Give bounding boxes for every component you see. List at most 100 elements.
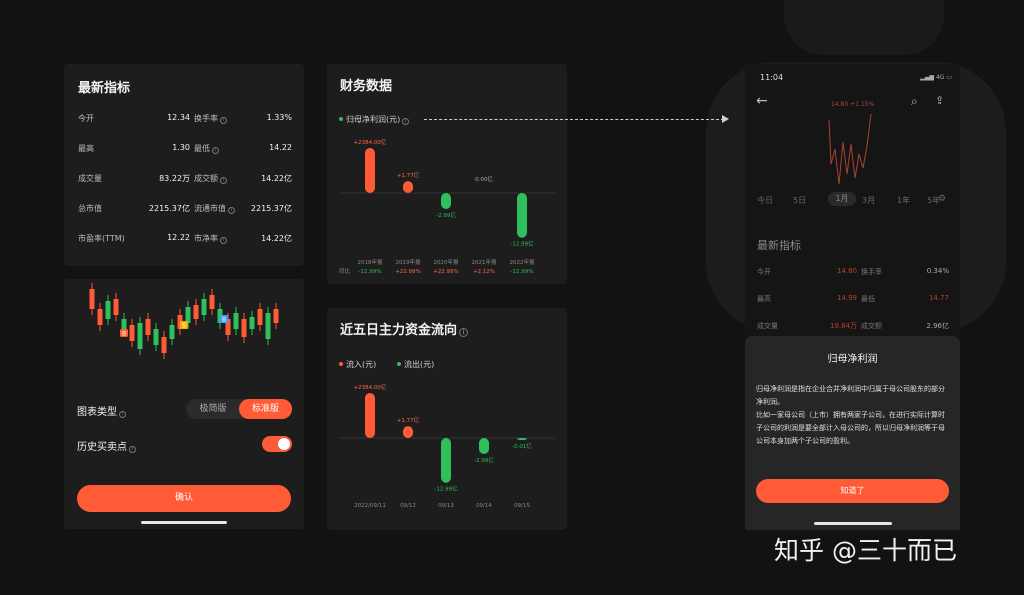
bar-value-label: -0.01亿: [512, 442, 532, 450]
bar-value-label: -2.99亿: [436, 211, 456, 219]
confirm-button[interactable]: 确认: [77, 485, 291, 512]
period-tab[interactable]: 3月: [862, 195, 875, 206]
candle-body: [161, 337, 167, 353]
metric-label: 换手率: [861, 268, 882, 276]
candle-body: [137, 323, 143, 349]
metric-value: 14.99: [836, 294, 857, 302]
metric-value: 12.34: [167, 113, 190, 122]
bar[interactable]: [403, 426, 413, 438]
metric-label: 最低: [861, 295, 875, 303]
period-tab[interactable]: 5日: [793, 195, 806, 206]
capital-flow-card: 近五日主力资金流向 i 流入(元) 流出(元) +2384.00亿 2022/09/…: [327, 308, 567, 530]
info-icon[interactable]: i: [220, 177, 227, 184]
metric-row: 今开 12.34 换手率 i 1.33%: [78, 113, 292, 127]
metric-row: 成交量 83.22万 成交额 i 14.22亿: [78, 173, 292, 187]
candle-body: [273, 309, 279, 323]
category-label: 09/12: [400, 503, 416, 509]
metric-value: 1.30: [172, 143, 190, 152]
history-trades-row: 历史买卖点 i: [77, 438, 136, 453]
metric-label: 市净率 i: [194, 233, 227, 244]
metric-value: 14.22亿: [261, 234, 292, 243]
status-bar: ▂▄▆ 4G ▭: [920, 74, 952, 81]
capital-flow-bar-chart: +2384.00亿 2022/09/11 +1.77亿 09/12 -12.99亿 09/…: [339, 383, 555, 509]
latest-metrics-card: 最新指标 今开 12.34 换手率 i 1.33% 最高 1.30 最低 i 14.22 成交量 83…: [64, 64, 304, 266]
bar[interactable]: [479, 438, 489, 454]
metric-value: 14.22亿: [261, 174, 292, 183]
bar[interactable]: [517, 438, 527, 441]
yoy-value: +22.99%: [433, 269, 459, 275]
info-icon[interactable]: i: [220, 117, 227, 124]
bar-value-label: -12.99亿: [510, 240, 534, 248]
metric-value: 1.33%: [266, 113, 292, 122]
category-label: 2021年报: [472, 258, 497, 266]
metric-label: 成交量: [78, 174, 102, 183]
metric-label: 最高: [78, 144, 94, 153]
connector-arrow-head: [722, 115, 729, 123]
segment-simple[interactable]: 极简版: [190, 399, 236, 419]
category-label: 2020年报: [434, 258, 459, 266]
bar-value-label: +2384.00亿: [354, 138, 387, 146]
settings-gear-icon[interactable]: ⚙: [938, 194, 946, 204]
candle-body: [145, 319, 151, 335]
candle-body: [105, 301, 111, 319]
status-time: 11:04: [760, 73, 784, 82]
sheet-paragraph: 归母净利润是指在企业合并净利润中归属于母公司股东的部分净利润。: [756, 385, 945, 406]
category-label: 09/13: [438, 503, 454, 509]
candle-body: [153, 329, 159, 345]
category-label: 2022/09/11: [354, 503, 386, 509]
metric-value: 14.77: [928, 294, 949, 302]
history-trades-toggle[interactable]: [262, 436, 292, 452]
yoy-value: -12.99%: [359, 269, 382, 275]
metric-value: 12.22: [167, 233, 190, 242]
metric-label: 最低 i: [194, 143, 219, 154]
category-label: 2018年报: [358, 258, 383, 266]
watermark: 知乎 @三十而已: [774, 536, 957, 565]
phone-metrics-title: 最新指标: [757, 239, 801, 252]
metric-label: 成交额: [861, 322, 882, 330]
metric-value: 14.80: [836, 267, 857, 275]
metrics-title: 最新指标: [78, 81, 131, 96]
home-indicator: [141, 521, 227, 524]
candle-body: [249, 317, 255, 329]
candle-body: [257, 309, 263, 325]
period-tab[interactable]: 1年: [897, 195, 910, 206]
bar-value-label: +1.77亿: [397, 416, 420, 424]
connector-arrow-line: [424, 119, 724, 120]
metric-label: 市盈率(TTM): [78, 234, 125, 243]
network-label: 4G: [935, 74, 945, 81]
period-tab[interactable]: 1月: [828, 192, 856, 206]
yoy-value: -12.99%: [511, 269, 534, 275]
bar[interactable]: [517, 193, 527, 238]
period-tab[interactable]: 今日: [757, 195, 773, 206]
trade-marker-label: B: [122, 331, 126, 338]
yoy-label: 同比: [339, 267, 351, 275]
bar[interactable]: [365, 393, 375, 438]
candle-body: [129, 325, 135, 341]
bar-value-label: -2.99亿: [474, 456, 494, 464]
chart-type-segmented-control: 极简版 标准版: [186, 399, 292, 419]
bar-value-label: -12.99亿: [434, 485, 458, 493]
info-icon[interactable]: i: [119, 411, 126, 418]
candle-body: [185, 307, 191, 323]
candle-body: [233, 313, 239, 329]
bar[interactable]: [403, 181, 413, 193]
chart-settings-card: BSB 图表类型 i 极简版 标准版 历史买卖点 i 确认: [64, 279, 304, 529]
category-label: 09/15: [514, 503, 530, 509]
metric-row: 总市值 2215.37亿 流通市值 i 2215.37亿: [78, 203, 292, 217]
info-icon[interactable]: i: [212, 147, 219, 154]
metric-label: 流通市值 i: [194, 203, 235, 214]
got-it-button[interactable]: 知道了: [756, 479, 949, 503]
trade-marker-label: B: [222, 317, 226, 324]
metric-label: 总市值: [78, 204, 102, 213]
net-profit-bar-chart: +2384.00亿 2018年报 +1.77亿 2019年报 -2.99亿 2020年报 0…: [339, 138, 555, 275]
bar[interactable]: [441, 193, 451, 209]
metric-label: 最高: [757, 295, 771, 303]
trade-marker-label: S: [182, 323, 186, 330]
segment-standard[interactable]: 标准版: [239, 399, 292, 419]
toggle-knob: [278, 438, 290, 450]
info-icon[interactable]: i: [220, 237, 227, 244]
bar[interactable]: [441, 438, 451, 483]
info-icon[interactable]: i: [129, 446, 136, 453]
bar[interactable]: [365, 148, 375, 193]
metric-value: 2215.37亿: [148, 204, 190, 213]
